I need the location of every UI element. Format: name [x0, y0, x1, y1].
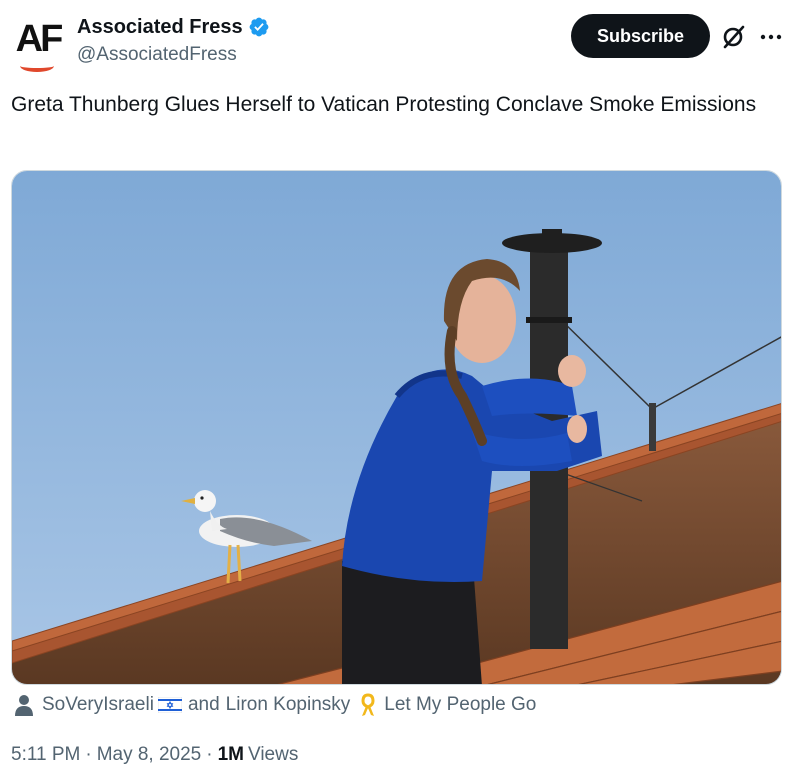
post-header: AF Associated Fress @AssociatedFress Sub… — [0, 0, 802, 76]
avatar[interactable]: AF — [10, 14, 66, 72]
post-time[interactable]: 5:11 PM — [11, 744, 80, 766]
avatar-swoosh — [20, 60, 54, 72]
tagged-user-soveryisraeli[interactable]: SoVeryIsraeli — [42, 694, 154, 716]
post-meta: 5:11 PM · May 8, 2025 · 1M Views — [11, 744, 298, 766]
meta-separator: · — [85, 744, 92, 765]
meta-separator: · — [206, 744, 213, 765]
post-date[interactable]: May 8, 2025 — [97, 744, 202, 766]
person-icon — [15, 695, 33, 716]
more-options-icon[interactable] — [756, 22, 786, 52]
tagged-users-row: SoVeryIsraeli and Liron Kopinsky Let My … — [14, 692, 536, 718]
israel-flag-icon — [157, 697, 182, 713]
views-label: Views — [248, 744, 299, 765]
photo-scene — [12, 171, 781, 684]
account-handle[interactable]: @AssociatedFress — [77, 44, 237, 66]
post-text: Greta Thunberg Glues Herself to Vatican … — [11, 93, 757, 116]
tagged-user-liron-kopinsky[interactable]: Liron Kopinsky — [226, 694, 351, 716]
account-name[interactable]: Associated Fress — [77, 16, 243, 39]
yellow-ribbon-icon — [361, 693, 375, 716]
tags-slogan: Let My People Go — [384, 694, 537, 715]
verified-badge-icon[interactable] — [248, 16, 270, 38]
subscribe-button[interactable]: Subscribe — [571, 14, 710, 58]
views-count: 1M — [217, 744, 244, 765]
avatar-logo-text: AF — [15, 18, 64, 60]
post-media-image[interactable] — [11, 170, 782, 685]
tags-conjunction: and — [187, 694, 220, 715]
grok-icon[interactable] — [719, 22, 749, 52]
